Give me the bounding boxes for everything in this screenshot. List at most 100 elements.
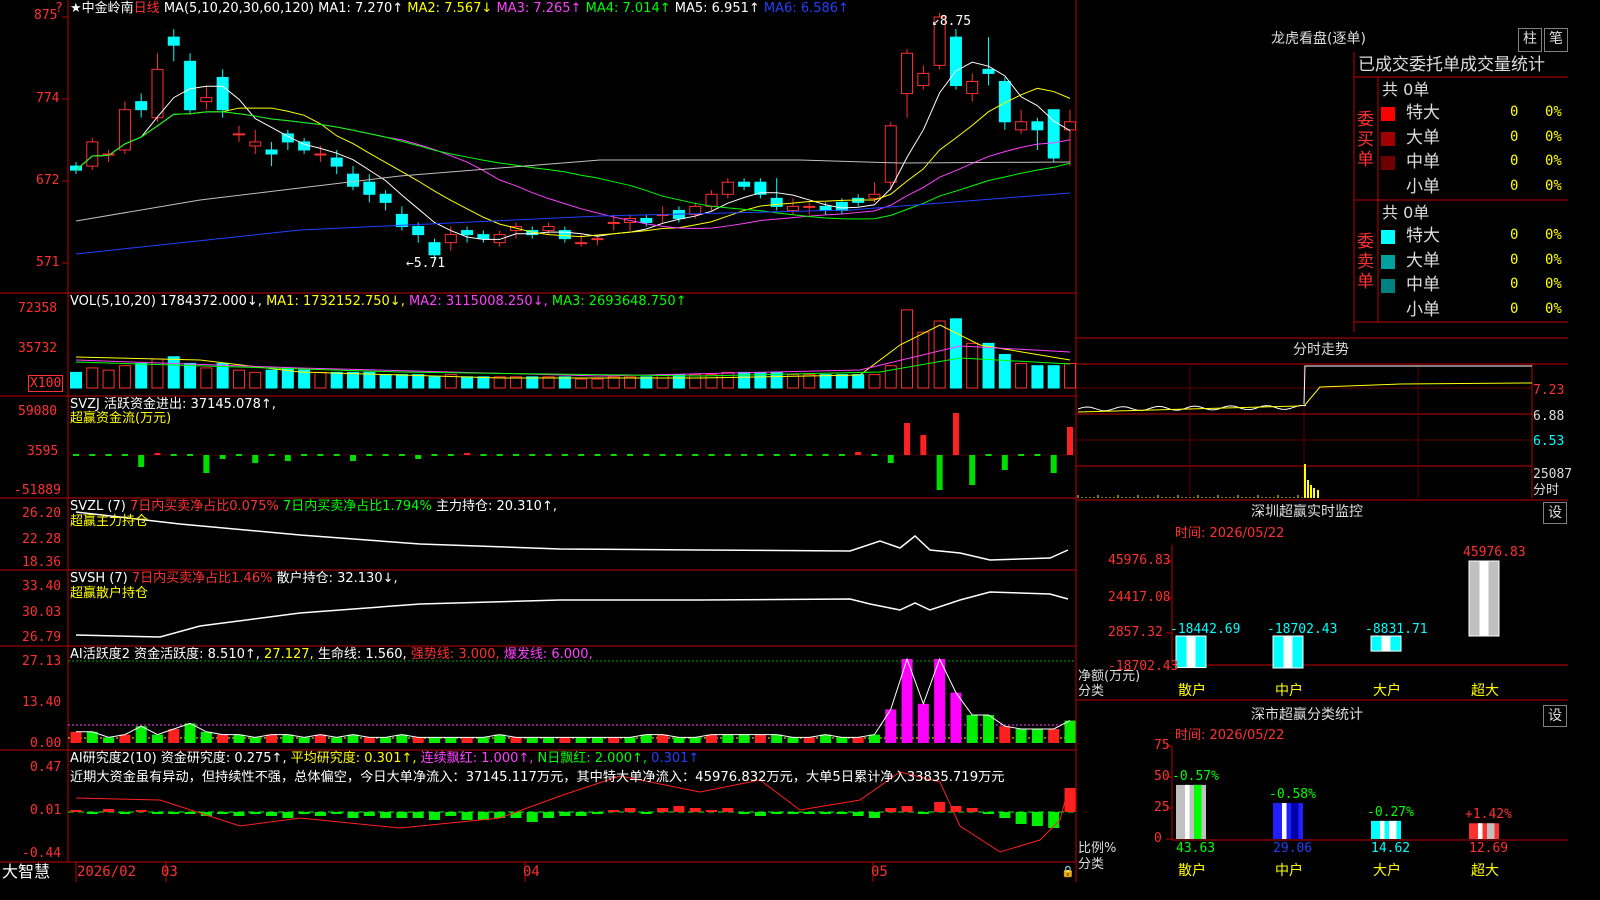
- class-change: -0.57%: [1172, 768, 1219, 784]
- research-bar: [575, 812, 587, 816]
- class-value: 43.63: [1176, 841, 1216, 856]
- activity-bar: [184, 723, 196, 743]
- volume-bar: [200, 367, 213, 389]
- sz-monitor-settings-button[interactable]: 设: [1543, 502, 1567, 524]
- candle-up: [314, 153, 327, 156]
- stock-name[interactable]: 中金岭南: [82, 1, 134, 16]
- activity-bar: [657, 734, 669, 743]
- order-count: 0: [1510, 300, 1519, 317]
- volume-bar: [184, 362, 197, 389]
- order-pct: 0%: [1545, 300, 1562, 317]
- research-bar: [103, 809, 115, 812]
- research-bar: [314, 812, 326, 816]
- monitor-ytick: 2857.32: [1108, 625, 1163, 640]
- flow-bar: [789, 454, 796, 456]
- class-value: 29.06: [1273, 841, 1313, 856]
- volume-bar: [998, 354, 1011, 389]
- activity-bar: [966, 715, 978, 743]
- main-header: ★中金岭南日线 MA(5,10,20,30,60,120) MA1: 7.270…: [70, 1, 849, 16]
- activity-bar: [559, 737, 571, 743]
- flow-bar: [561, 454, 568, 456]
- order-size-label: 大单: [1406, 127, 1440, 148]
- candle-down: [265, 149, 278, 155]
- flow-bar: [610, 454, 617, 456]
- bar-mode-button[interactable]: 柱: [1518, 28, 1542, 52]
- ytick: 774: [36, 91, 60, 106]
- research-bar: [510, 812, 522, 818]
- volume-bar: [70, 371, 82, 389]
- volume-bar: [1015, 362, 1028, 389]
- volume-bar: [558, 376, 571, 389]
- research-bar: [428, 812, 440, 820]
- volume-bar: [265, 369, 278, 389]
- volume-bar: [819, 374, 832, 389]
- activity-bar: [396, 734, 408, 743]
- monitor-category: 超大: [1471, 683, 1499, 699]
- research-bar: [1064, 788, 1076, 812]
- activity-bar: [1015, 729, 1027, 743]
- research-bar: [1031, 812, 1043, 826]
- volume-bar: [640, 376, 653, 389]
- research-bar: [852, 812, 864, 816]
- volume-bar: [118, 365, 131, 389]
- ytick: 3595: [27, 444, 59, 459]
- activity-bar: [282, 734, 294, 743]
- flow-bar: [838, 454, 845, 456]
- color-swatch: [1381, 131, 1395, 146]
- class-ytick: 25: [1154, 800, 1170, 815]
- class-change: +1.42%: [1465, 807, 1512, 823]
- activity-bar: [428, 737, 440, 743]
- order-pct: 0%: [1545, 251, 1562, 268]
- color-swatch: [1381, 156, 1395, 170]
- star-icon: ★: [70, 1, 82, 16]
- flow-bar: [382, 454, 389, 456]
- candle-up: [607, 222, 620, 225]
- flow-bar: [203, 455, 210, 473]
- flow-bar: [741, 454, 748, 456]
- activity-bar: [445, 737, 457, 743]
- volume-bar: [395, 374, 408, 389]
- class-bar-highlight: [1380, 820, 1385, 839]
- vol-header: VOL(5,10,20) 1784372.000↓, MA1: 1732152.…: [70, 294, 687, 309]
- activity-bar: [738, 734, 750, 743]
- order-size-label: 中单: [1406, 275, 1440, 295]
- flow-bar: [969, 455, 976, 485]
- monitor-category: 大户: [1373, 683, 1401, 699]
- research-bar: [331, 812, 343, 814]
- flow-bar: [578, 454, 585, 456]
- research-bar: [298, 812, 310, 814]
- volume-bar: [102, 369, 115, 389]
- flow-bar: [301, 454, 308, 456]
- main-holding-line: [75, 511, 1069, 561]
- volume-bar: [721, 371, 734, 389]
- ytick: 27.13: [22, 654, 62, 669]
- candle-down: [330, 157, 343, 167]
- lock-icon[interactable]: 🔒: [1061, 864, 1075, 879]
- tick-mode-button[interactable]: 笔: [1544, 28, 1568, 52]
- ma3-value: MA3: 7.265↑: [496, 1, 582, 16]
- ma2-value: MA2: 7.567↓: [407, 1, 493, 16]
- ytick: 0.47: [30, 760, 62, 775]
- stats-tab[interactable]: 已成交委托单成交量统计: [1358, 55, 1545, 75]
- class-bar-highlight: [1282, 802, 1287, 839]
- vol-unit[interactable]: X100: [28, 375, 64, 392]
- volume-bar: [232, 369, 245, 389]
- flow-bar: [936, 455, 943, 490]
- activity-bar: [591, 737, 603, 743]
- svzl-header: SVZL (7) 7日内买卖净占比0.075% 7日内买卖净占比1.794% 主…: [70, 499, 557, 514]
- activity-bar: [934, 659, 946, 743]
- research-bar: [249, 812, 261, 814]
- period-label[interactable]: 日线: [134, 1, 160, 16]
- flow-bar: [659, 454, 666, 456]
- flow-bar: [496, 454, 503, 456]
- volume-bar: [705, 374, 718, 389]
- volume-bar: [167, 356, 180, 389]
- sz-class-settings-button[interactable]: 设: [1543, 705, 1567, 727]
- monitor-bar-value: -18702.43: [1267, 622, 1338, 637]
- intraday-vol-top: 25087: [1533, 467, 1573, 482]
- research-bar: [934, 802, 946, 812]
- candle-down: [819, 205, 832, 211]
- activity-bar: [494, 734, 506, 743]
- volume-bar: [835, 374, 848, 389]
- flow-bar: [887, 455, 894, 463]
